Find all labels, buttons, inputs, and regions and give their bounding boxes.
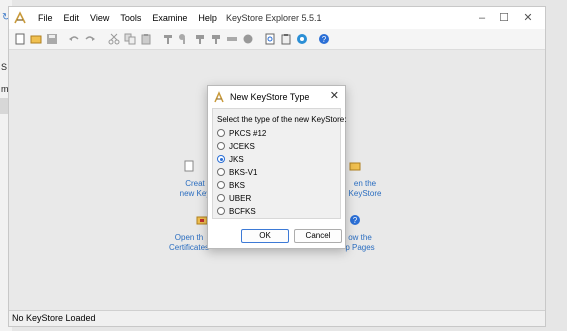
generate-secret-key-icon[interactable] [177,32,190,45]
menu-edit[interactable]: Edit [59,13,86,23]
option-jks[interactable]: JKS [217,153,244,165]
ok-button[interactable]: OK [241,229,289,243]
option-pkcs12[interactable]: PKCS #12 [217,127,266,139]
new-icon[interactable] [13,32,26,45]
open-keystore-link[interactable]: en the KeyStore [345,179,385,199]
toolbar: ? [9,29,545,50]
copy-icon[interactable] [123,32,136,45]
set-password-icon[interactable] [225,32,238,45]
paste-icon[interactable] [139,32,152,45]
radio-button[interactable] [217,194,225,202]
option-bks[interactable]: BKS [217,179,245,191]
help-icon[interactable]: ? [317,32,330,45]
keystore-explorer-logo-icon [214,91,224,103]
title-bar: File Edit View Tools Examine Help KeySto… [9,7,545,29]
option-jceks[interactable]: JCEKS [217,140,255,152]
minimize-icon[interactable]: – [471,10,493,26]
svg-text:?: ? [353,216,358,225]
menu-examine[interactable]: Examine [147,13,193,23]
import-trusted-cert-icon[interactable] [193,32,206,45]
generate-keypair-icon[interactable] [161,32,174,45]
properties-icon[interactable] [241,32,254,45]
close-icon[interactable]: ✕ [517,10,539,26]
examine-ssl-icon[interactable] [295,32,308,45]
status-bar: No KeyStore Loaded [9,310,545,326]
radio-button[interactable] [217,129,225,137]
import-keypair-icon[interactable] [209,32,222,45]
help-pages-icon[interactable]: ? [349,214,361,226]
radio-button[interactable] [217,168,225,176]
cancel-button[interactable]: Cancel [294,229,342,243]
open-cacerts-link[interactable]: Open th Certificates [169,233,209,253]
undo-icon[interactable] [67,32,80,45]
keystore-type-panel: Select the type of the new KeyStore: PKC… [212,108,346,219]
maximize-icon[interactable]: ☐ [493,10,515,26]
svg-text:?: ? [321,35,326,44]
option-bcfks[interactable]: BCFKS [217,205,256,217]
radio-button[interactable] [217,142,225,150]
menu-tools[interactable]: Tools [115,13,147,23]
dialog-title: New KeyStore Type [230,92,310,102]
open-icon[interactable] [29,32,42,45]
new-keystore-type-dialog: New KeyStore Type ✕ Select the type of t… [207,85,346,249]
menu-bar: File Edit View Tools Examine Help [33,13,223,23]
create-keystore-icon[interactable] [183,160,195,172]
redo-icon[interactable] [83,32,96,45]
dialog-close-icon[interactable]: ✕ [330,89,339,102]
radio-button-selected[interactable] [217,155,225,163]
examine-file-icon[interactable] [263,32,276,45]
examine-clipboard-icon[interactable] [279,32,292,45]
save-icon[interactable] [45,32,58,45]
open-keystore-icon[interactable] [349,160,361,172]
window-title: KeyStore Explorer 5.5.1 [226,13,322,23]
menu-view[interactable]: View [85,13,115,23]
dialog-prompt: Select the type of the new KeyStore: [217,115,347,124]
menu-file[interactable]: File [33,13,59,23]
option-bks-v1[interactable]: BKS-V1 [217,166,257,178]
cut-icon[interactable] [107,32,120,45]
radio-button[interactable] [217,181,225,189]
keystore-explorer-logo-icon [14,11,26,24]
status-text: No KeyStore Loaded [12,313,96,323]
help-pages-link[interactable]: ow the p Pages [343,233,377,253]
option-uber[interactable]: UBER [217,192,251,204]
radio-button[interactable] [217,207,225,215]
background-text-1: S [1,62,8,72]
menu-help[interactable]: Help [193,13,223,23]
